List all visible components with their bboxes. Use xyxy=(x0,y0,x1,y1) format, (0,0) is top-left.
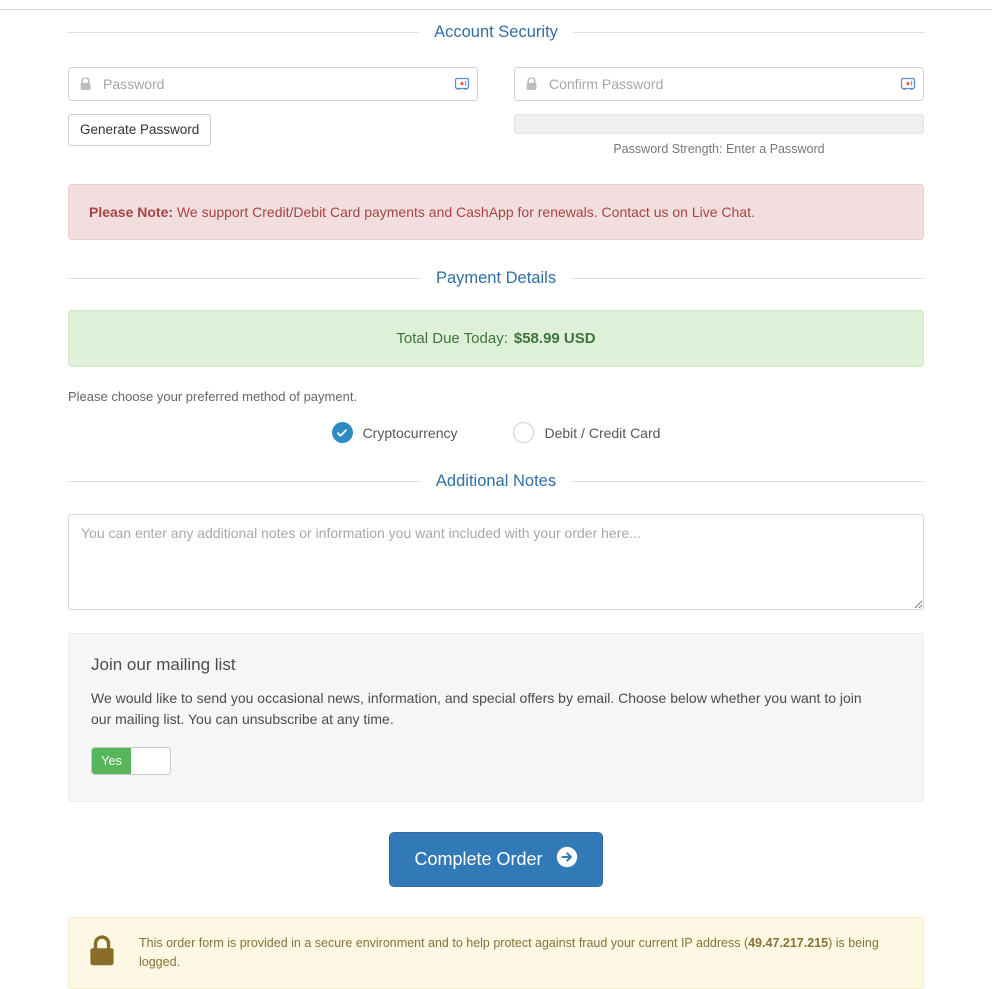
additional-notes-legend: Additional Notes xyxy=(68,472,925,491)
complete-order-button[interactable]: Complete Order xyxy=(389,832,603,888)
password-input[interactable] xyxy=(69,67,477,100)
password-input-wrap[interactable] xyxy=(68,66,478,101)
confirm-password-input[interactable] xyxy=(515,67,923,100)
payment-note-text: We support Credit/Debit Card payments an… xyxy=(173,203,755,220)
payment-method-cryptocurrency[interactable]: Cryptocurrency xyxy=(331,422,458,444)
generate-password-row: Generate Password xyxy=(68,113,478,147)
additional-notes-textarea[interactable] xyxy=(68,513,924,610)
legend-rule-right xyxy=(571,481,925,483)
top-divider xyxy=(0,9,992,10)
mailing-list-toggle-knob xyxy=(131,748,170,775)
payment-method-options: Cryptocurrency Debit / Credit Card xyxy=(68,422,924,444)
password-strength-label: Password Strength: Enter a Password xyxy=(613,141,825,156)
additional-notes-title: Additional Notes xyxy=(435,472,557,491)
payment-method-debit-credit-card[interactable]: Debit / Credit Card xyxy=(513,422,661,444)
payment-note-strong: Please Note: xyxy=(89,203,174,220)
legend-rule-left xyxy=(68,277,421,279)
total-due-amount: $58.99 USD xyxy=(513,330,596,348)
secure-ip-address: 49.47.217.215 xyxy=(748,936,829,951)
mailing-list-body: We would like to send you occasional new… xyxy=(91,689,862,728)
account-security-title: Account Security xyxy=(434,23,558,41)
radio-checked-icon[interactable] xyxy=(331,422,353,444)
password-row: Generate Password Password Strength: Ent… xyxy=(68,66,924,156)
secure-environment-text: This order form is provided in a secure … xyxy=(139,934,903,972)
legend-rule-left xyxy=(68,481,421,483)
payment-note-alert: Please Note: We support Credit/Debit Car… xyxy=(68,183,924,240)
choose-payment-text: Please choose your preferred method of p… xyxy=(68,389,358,405)
padlock-icon xyxy=(89,934,115,972)
radio-unchecked-icon[interactable] xyxy=(513,422,535,444)
confirm-password-column: Password Strength: Enter a Password xyxy=(514,66,924,156)
account-security-legend: Account Security xyxy=(68,24,924,41)
total-due-box: Total Due Today: $58.99 USD xyxy=(68,310,924,368)
confirm-password-input-wrap[interactable] xyxy=(514,66,924,101)
order-form-page: Account Security Generate Password Passw… xyxy=(0,0,992,989)
complete-order-label: Complete Order xyxy=(414,849,543,870)
payment-details-legend: Payment Details xyxy=(68,268,925,287)
form-content: Account Security Generate Password Passw… xyxy=(0,0,992,989)
password-manager-icon[interactable] xyxy=(454,76,470,92)
secure-environment-notice: This order form is provided in a secure … xyxy=(68,917,924,989)
mailing-list-toggle[interactable]: Yes xyxy=(91,747,171,776)
mailing-list-heading: Join our mailing list xyxy=(91,654,236,674)
legend-rule-right xyxy=(572,31,924,33)
password-manager-icon[interactable] xyxy=(900,76,916,92)
submit-row: Complete Order xyxy=(68,832,924,888)
payment-method-label: Cryptocurrency xyxy=(362,424,458,441)
mailing-list-toggle-label: Yes xyxy=(92,748,131,775)
mailing-list-panel: Join our mailing list We would like to s… xyxy=(68,632,924,803)
legend-rule-left xyxy=(68,31,420,33)
payment-method-label: Debit / Credit Card xyxy=(544,424,661,441)
password-column: Generate Password xyxy=(68,66,478,156)
arrow-circle-right-icon xyxy=(556,846,578,873)
legend-rule-right xyxy=(571,277,925,279)
secure-text-before: This order form is provided in a secure … xyxy=(139,936,749,951)
total-due-label: Total Due Today: xyxy=(396,330,508,348)
password-strength-bar xyxy=(514,113,924,134)
payment-details-title: Payment Details xyxy=(435,268,557,287)
generate-password-button[interactable]: Generate Password xyxy=(68,113,212,147)
